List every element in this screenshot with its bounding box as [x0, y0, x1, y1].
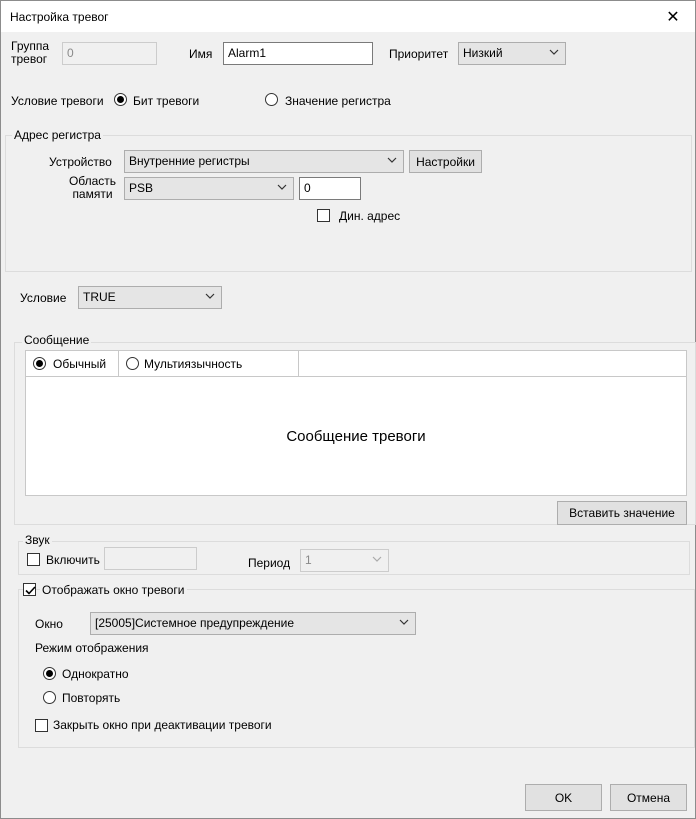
window-select[interactable]: [25005]Системное предупреждение	[90, 612, 416, 635]
priority-value: Низкий	[463, 46, 503, 60]
close-icon: ✕	[666, 8, 680, 26]
device-label: Устройство	[49, 155, 112, 169]
condition-value: TRUE	[83, 290, 116, 304]
sound-enable-label: Включить	[46, 553, 100, 567]
close-on-deactivate-label: Закрыть окно при деактивации тревоги	[53, 718, 272, 732]
sound-enable-checkbox[interactable]	[27, 553, 40, 566]
radio-alarm-bit-label: Бит тревоги	[133, 94, 200, 108]
tab-multilanguage[interactable]: Мультиязычность	[119, 351, 299, 377]
radio-once[interactable]	[43, 667, 56, 680]
chevron-down-icon	[399, 619, 409, 625]
dialog-title: Настройка тревог	[10, 10, 109, 24]
device-value: Внутренние регистры	[129, 154, 250, 168]
message-title: Сообщение	[22, 333, 92, 347]
show-alarm-window-checkbox[interactable]	[23, 583, 36, 596]
radio-repeat-label: Повторять	[62, 691, 121, 705]
chevron-down-icon	[549, 49, 559, 55]
radio-register-value-label: Значение регистра	[285, 94, 391, 108]
alarm-group-field: 0	[62, 42, 157, 65]
period-label: Период	[248, 556, 291, 570]
chevron-down-icon	[372, 556, 382, 562]
alarm-group-label: Группа тревог	[11, 39, 50, 66]
memory-area-select[interactable]: PSB	[124, 177, 294, 200]
device-select[interactable]: Внутренние регистры	[124, 150, 404, 173]
chevron-down-icon	[205, 293, 215, 299]
priority-label: Приоритет	[389, 47, 449, 61]
tab-normal[interactable]: Обычный	[26, 351, 119, 377]
period-value: 1	[305, 553, 312, 567]
insert-value-button[interactable]: Вставить значение	[557, 501, 687, 525]
alarm-condition-label: Условие тревоги	[11, 94, 104, 108]
period-select: 1	[300, 549, 389, 572]
display-mode-label: Режим отображения	[35, 641, 149, 655]
radio-register-value[interactable]	[265, 93, 278, 106]
name-label: Имя	[189, 47, 213, 61]
tab-strip-filler	[299, 351, 687, 377]
title-bar: Настройка тревог ✕	[1, 1, 695, 32]
tab-multilanguage-label: Мультиязычность	[144, 357, 243, 371]
tab-normal-label: Обычный	[53, 357, 107, 371]
checkmark-icon	[25, 586, 36, 595]
message-text: Сообщение тревоги	[286, 427, 426, 445]
memory-area-label: Область памяти	[68, 174, 117, 201]
dyn-address-label: Дин. адрес	[339, 209, 401, 223]
dyn-address-checkbox[interactable]	[317, 209, 330, 222]
register-address-title: Адрес регистра	[12, 128, 103, 142]
radio-normal[interactable]	[33, 357, 46, 370]
cancel-button[interactable]: Отмена	[610, 784, 687, 811]
address-field[interactable]: 0	[299, 177, 361, 200]
show-alarm-window-label: Отображать окно тревоги	[40, 583, 187, 597]
chevron-down-icon	[387, 157, 397, 163]
message-text-area[interactable]: Сообщение тревоги	[26, 377, 686, 495]
radio-repeat[interactable]	[43, 691, 56, 704]
condition-label: Условие	[20, 291, 67, 305]
settings-button[interactable]: Настройки	[409, 150, 482, 173]
window-value: [25005]Системное предупреждение	[95, 616, 295, 630]
close-on-deactivate-checkbox[interactable]	[35, 719, 48, 732]
ok-button[interactable]: OK	[525, 784, 602, 811]
message-editor: Обычный Мультиязычность Сообщение тревог…	[25, 350, 687, 496]
name-field[interactable]: Alarm1	[223, 42, 373, 65]
priority-select[interactable]: Низкий	[458, 42, 566, 65]
chevron-down-icon	[277, 184, 287, 190]
condition-select[interactable]: TRUE	[78, 286, 222, 309]
radio-multilanguage[interactable]	[126, 357, 139, 370]
sound-title: Звук	[23, 533, 52, 547]
memory-area-value: PSB	[129, 181, 154, 195]
radio-once-label: Однократно	[62, 667, 129, 681]
close-button[interactable]: ✕	[651, 1, 695, 32]
radio-alarm-bit[interactable]	[114, 93, 127, 106]
sound-field	[104, 547, 197, 570]
window-label: Окно	[35, 617, 63, 631]
alarm-settings-dialog: Настройка тревог ✕ Группа тревог 0 Имя A…	[0, 0, 696, 819]
